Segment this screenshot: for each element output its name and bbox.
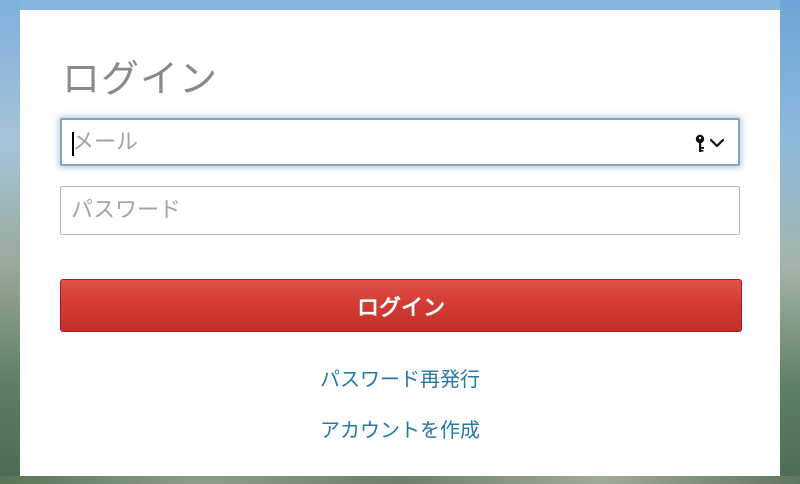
login-card: ログイン ログイン パスワード再発行 アカウントを作成 (20, 10, 780, 476)
reset-password-link[interactable]: パスワード再発行 (20, 363, 780, 392)
email-input[interactable] (72, 120, 672, 164)
email-field[interactable] (60, 118, 740, 166)
password-manager-button[interactable] (694, 133, 724, 153)
background-landscape-left (0, 0, 20, 484)
password-input[interactable] (71, 187, 671, 234)
page-title: ログイン (62, 57, 219, 101)
background-landscape-bottom (0, 476, 800, 484)
login-button[interactable]: ログイン (60, 279, 742, 332)
create-account-link[interactable]: アカウントを作成 (20, 414, 780, 443)
background-landscape-right (780, 0, 800, 484)
chevron-down-icon (710, 138, 724, 148)
password-field[interactable] (60, 186, 740, 235)
